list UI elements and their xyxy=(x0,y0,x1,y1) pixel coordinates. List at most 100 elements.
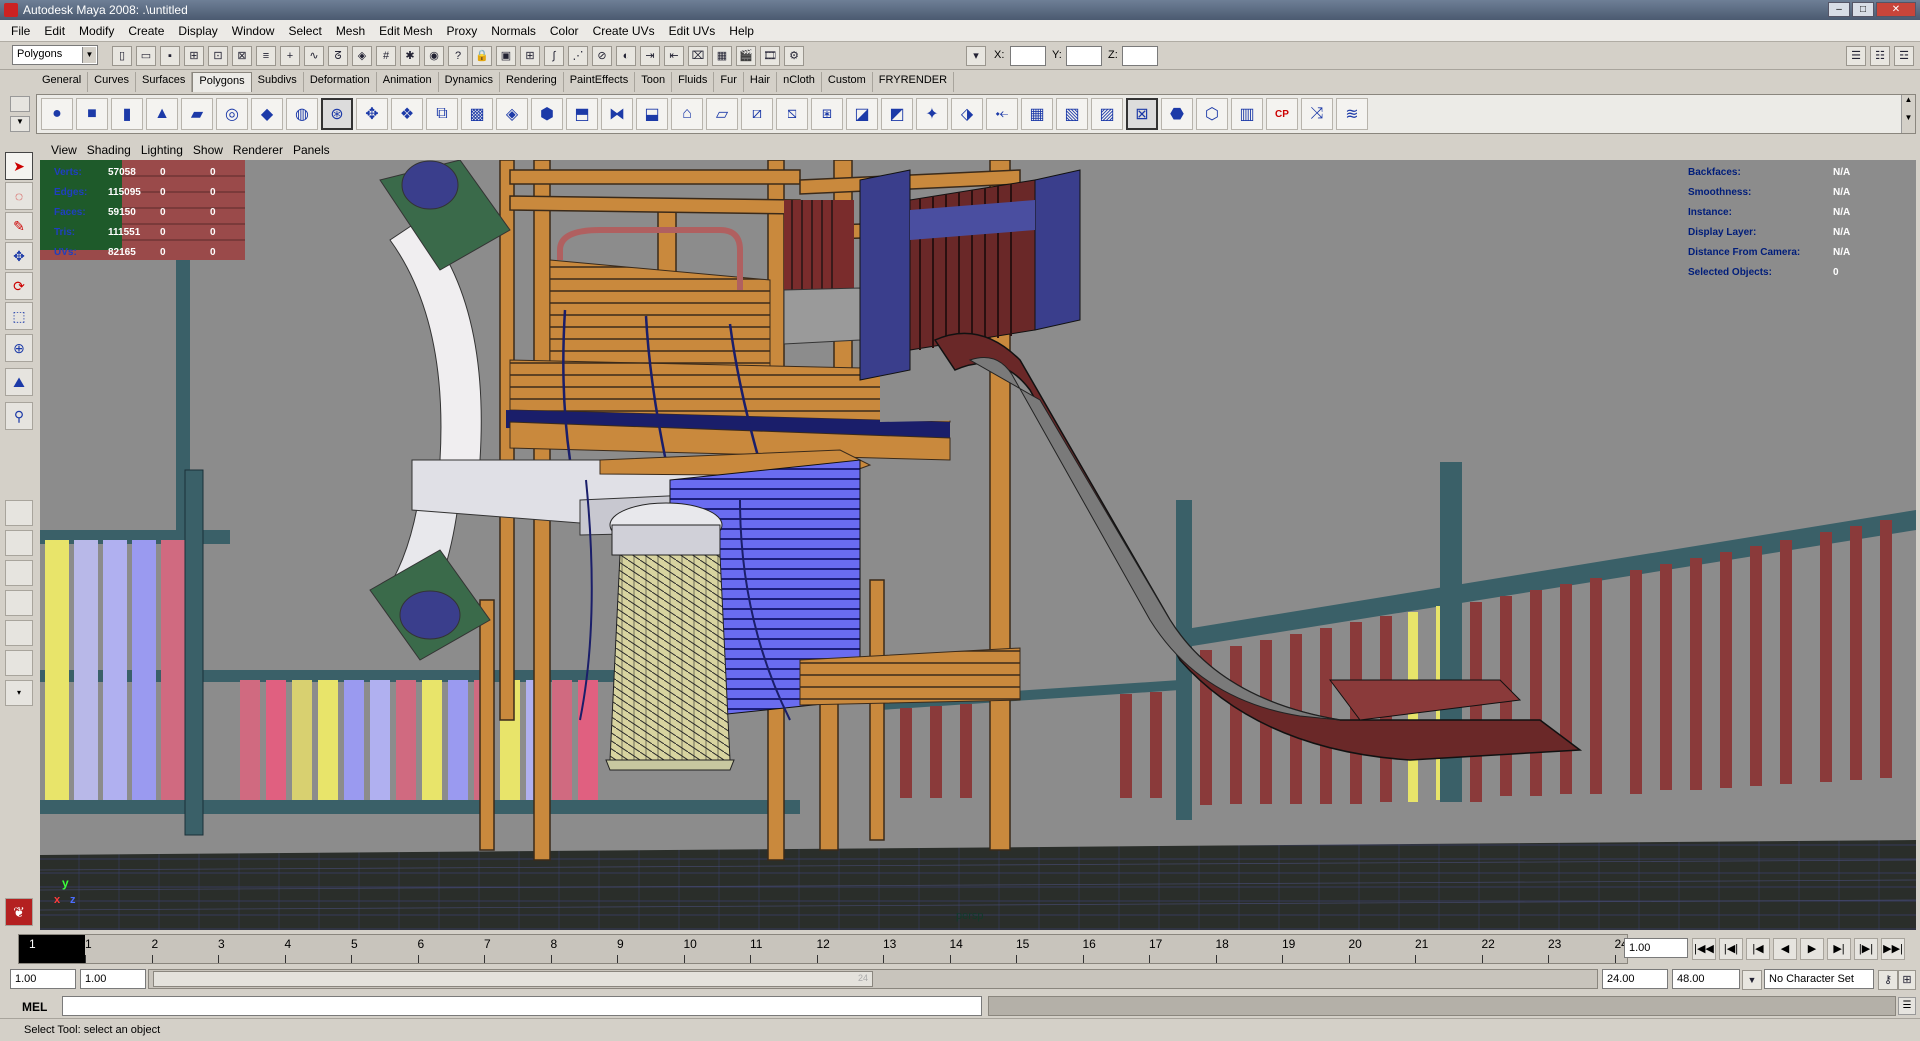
persp-graph-layout-icon[interactable] xyxy=(5,590,33,616)
persp-outliner-layout-icon[interactable] xyxy=(5,560,33,586)
snap-point-icon[interactable]: ⋰ xyxy=(568,46,588,66)
step-back-key-icon[interactable]: |◀| xyxy=(1719,938,1743,960)
menu-window[interactable]: Window xyxy=(225,24,282,38)
select-deformations-icon[interactable]: # xyxy=(376,46,396,66)
step-back-frame-icon[interactable]: |◀ xyxy=(1746,938,1770,960)
script-editor-icon[interactable]: ☰ xyxy=(1898,997,1916,1015)
poly-pipe-icon[interactable]: ◍ xyxy=(286,98,318,130)
y-field[interactable] xyxy=(1066,46,1102,66)
mirror-icon[interactable]: ⧓ xyxy=(601,98,633,130)
select-curves-icon[interactable]: ᘔ xyxy=(328,46,348,66)
combine-icon[interactable]: ⧉ xyxy=(426,98,458,130)
automatic-uv-icon[interactable]: ⬣ xyxy=(1161,98,1193,130)
panel-menu-lighting[interactable]: Lighting xyxy=(136,143,188,157)
rotate-tool-icon[interactable]: ⟳ xyxy=(5,272,33,300)
tab-fryrender[interactable]: FRYRENDER xyxy=(872,72,955,92)
poly-cone-icon[interactable]: ▲ xyxy=(146,98,178,130)
panel-menu-renderer[interactable]: Renderer xyxy=(228,143,288,157)
tab-animation[interactable]: Animation xyxy=(376,72,439,92)
hypershade-layout-icon[interactable] xyxy=(5,620,33,646)
paint-select-icon[interactable]: ✎ xyxy=(5,212,33,240)
shelf-scrollbar[interactable]: ▲ ▼ xyxy=(1901,95,1915,133)
poly-helix-icon[interactable]: ⊛ xyxy=(321,98,353,130)
z-field[interactable] xyxy=(1122,46,1158,66)
poly-cylinder-icon[interactable]: ▮ xyxy=(111,98,143,130)
separate-icon[interactable]: ▩ xyxy=(461,98,493,130)
soft-mod-icon[interactable]: ⛰ xyxy=(5,368,33,396)
key-icon[interactable]: ⚷ xyxy=(1878,970,1898,990)
poly-prism-icon[interactable]: ◆ xyxy=(251,98,283,130)
tab-fluids[interactable]: Fluids xyxy=(672,72,715,92)
uv-editor-icon[interactable]: ⬡ xyxy=(1196,98,1228,130)
select-rendering-icon[interactable]: ◉ xyxy=(424,46,444,66)
play-forward-icon[interactable]: ▶ xyxy=(1800,938,1824,960)
four-view-layout-icon[interactable] xyxy=(5,530,33,556)
bridge-icon[interactable]: ⌂ xyxy=(671,98,703,130)
output-ops-icon[interactable]: ⇤ xyxy=(664,46,684,66)
mel-command-input[interactable] xyxy=(62,996,982,1016)
close-button[interactable]: ✕ xyxy=(1876,2,1916,17)
highlight-selection-icon[interactable]: ▣ xyxy=(496,46,516,66)
x-field[interactable] xyxy=(1010,46,1046,66)
construction-history-icon[interactable]: ⌧ xyxy=(688,46,708,66)
single-perspective-layout-icon[interactable] xyxy=(5,500,33,526)
character-set-field[interactable]: No Character Set xyxy=(1764,969,1874,989)
cp-icon[interactable]: CP xyxy=(1266,98,1298,130)
input-ops-icon[interactable]: ⇥ xyxy=(640,46,660,66)
transform-mode-icon[interactable]: ▾ xyxy=(966,46,986,66)
range-slider-bar[interactable]: 24 xyxy=(148,969,1598,989)
menu-create[interactable]: Create xyxy=(121,24,171,38)
render-view-icon[interactable]: ▦ xyxy=(712,46,732,66)
menu-modify[interactable]: Modify xyxy=(72,24,121,38)
go-to-end-icon[interactable]: ▶▶| xyxy=(1881,938,1905,960)
maximize-button[interactable]: □ xyxy=(1852,2,1874,17)
panel-menu-view[interactable]: View xyxy=(46,143,82,157)
selection-mask-icon[interactable]: ≡ xyxy=(256,46,276,66)
shelf-menu-arrow-icon[interactable]: ▼ xyxy=(10,116,30,132)
step-forward-key-icon[interactable]: |▶| xyxy=(1854,938,1878,960)
open-scene-icon[interactable]: ▭ xyxy=(136,46,156,66)
poke-icon[interactable]: ✦ xyxy=(916,98,948,130)
step-forward-frame-icon[interactable]: ▶| xyxy=(1827,938,1851,960)
select-surfaces-icon[interactable]: ◈ xyxy=(352,46,372,66)
lasso-tool-icon[interactable]: ◌ xyxy=(5,182,33,210)
minimize-button[interactable]: – xyxy=(1828,2,1850,17)
menu-color[interactable]: Color xyxy=(543,24,586,38)
tab-rendering[interactable]: Rendering xyxy=(499,72,564,92)
extract-icon[interactable]: ⬒ xyxy=(566,98,598,130)
normal-icon[interactable]: ≋ xyxy=(1336,98,1368,130)
poly-cube-icon[interactable]: ■ xyxy=(76,98,108,130)
transfer-icon[interactable]: ⤨ xyxy=(1301,98,1333,130)
save-scene-icon[interactable]: ▪ xyxy=(160,46,180,66)
menu-set-dropdown[interactable]: Polygons ▼ xyxy=(12,45,98,65)
snap-grid-icon[interactable]: ⊞ xyxy=(520,46,540,66)
cylindrical-uv-icon[interactable]: ▨ xyxy=(1091,98,1123,130)
menu-select[interactable]: Select xyxy=(281,24,328,38)
playback-start-field[interactable]: 1.00 xyxy=(80,969,146,989)
menu-mesh[interactable]: Mesh xyxy=(329,24,372,38)
move-tool-icon[interactable]: ✥ xyxy=(5,242,33,270)
select-tool-icon[interactable]: ➤ xyxy=(5,152,33,180)
perspective-viewport[interactable]: Verts: 57058 0 0 Edges: 115095 0 0 Faces… xyxy=(40,160,1916,930)
spherical-uv-icon[interactable]: ⊠ xyxy=(1126,98,1158,130)
shelf-menu-handle[interactable]: ▼ xyxy=(10,96,34,136)
tab-painteffects[interactable]: PaintEffects xyxy=(563,72,636,92)
persp-graph-hypergraph-layout-icon[interactable] xyxy=(5,650,33,676)
select-dynamics-icon[interactable]: ✱ xyxy=(400,46,420,66)
tab-deformation[interactable]: Deformation xyxy=(303,72,377,92)
go-to-start-icon[interactable]: |◀◀ xyxy=(1692,938,1716,960)
current-frame-marker[interactable]: 1 xyxy=(19,935,85,963)
tab-surfaces[interactable]: Surfaces xyxy=(135,72,193,92)
tab-custom[interactable]: Custom xyxy=(821,72,873,92)
channel-box-icon[interactable]: ☲ xyxy=(1894,46,1914,66)
animation-prefs-icon[interactable]: ⊞ xyxy=(1898,970,1916,990)
menu-normals[interactable]: Normals xyxy=(484,24,543,38)
tab-polygons[interactable]: Polygons xyxy=(192,72,252,92)
range-slider-handle[interactable]: 24 xyxy=(153,971,873,987)
current-time-field[interactable]: 1.00 xyxy=(1624,938,1688,958)
split-polygon-icon[interactable]: ⧄ xyxy=(741,98,773,130)
menu-edit-mesh[interactable]: Edit Mesh xyxy=(372,24,439,38)
snap-curve-icon[interactable]: ∫ xyxy=(544,46,564,66)
scale-tool-icon[interactable]: ⬚ xyxy=(5,302,33,330)
play-backward-icon[interactable]: ◀ xyxy=(1773,938,1797,960)
